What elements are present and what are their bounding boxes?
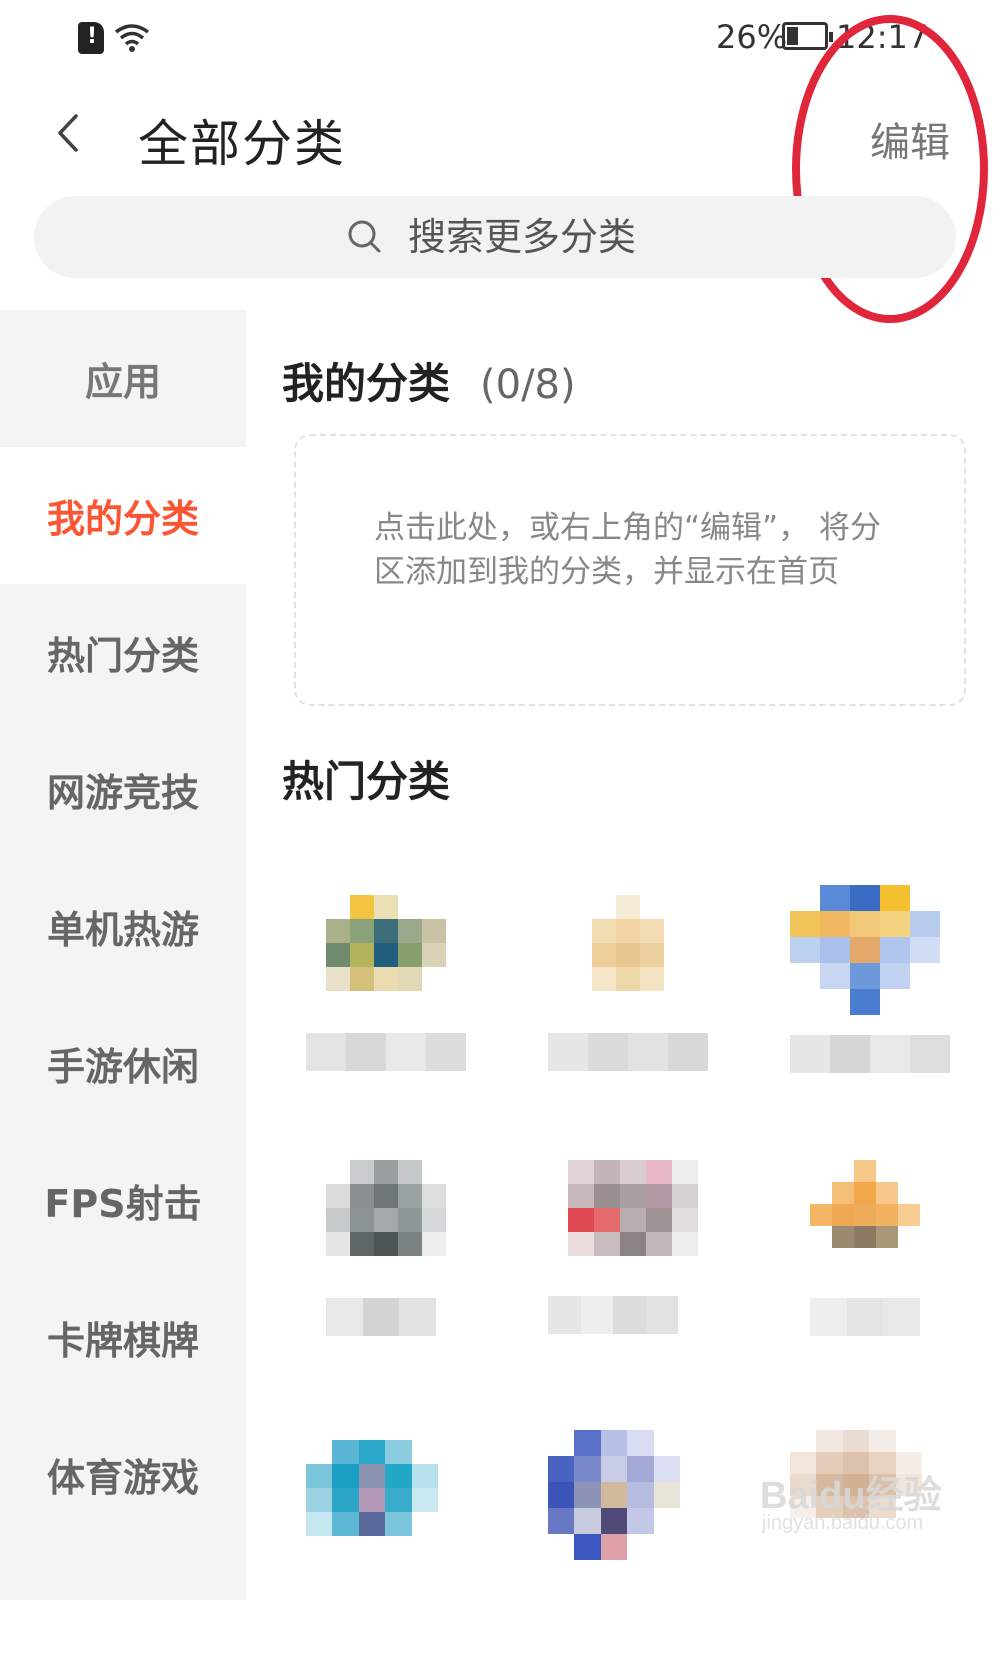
search-input[interactable] bbox=[406, 210, 910, 264]
clock: 12:17 bbox=[836, 18, 929, 56]
hot-category-item[interactable] bbox=[790, 885, 990, 1125]
hot-category-item[interactable] bbox=[548, 1160, 748, 1400]
hot-category-item[interactable] bbox=[548, 895, 748, 1135]
sidebar-item-label: 网游竞技 bbox=[46, 771, 199, 815]
category-icon bbox=[810, 1160, 920, 1270]
battery-percent: 26% bbox=[716, 18, 788, 56]
my-categories-heading: 我的分类 (0/8) bbox=[282, 350, 576, 411]
hot-category-item[interactable] bbox=[306, 895, 506, 1135]
hot-category-item[interactable] bbox=[548, 1430, 748, 1670]
my-categories-empty-placeholder[interactable]: 点击此处，或右上角的“编辑”， 将分区添加到我的分类，并显示在首页 bbox=[294, 434, 966, 706]
sidebar-item-label: 体育游戏 bbox=[46, 1456, 199, 1500]
my-categories-count: (0/8) bbox=[480, 362, 576, 408]
category-label bbox=[810, 1298, 921, 1336]
category-icon bbox=[568, 895, 688, 1015]
category-icon bbox=[790, 885, 940, 1015]
sidebar-item-sports[interactable]: 体育游戏 bbox=[0, 1406, 246, 1543]
sidebar-item-label: 单机热游 bbox=[46, 908, 199, 952]
hot-categories-title: 热门分类 bbox=[282, 757, 451, 806]
sidebar-item-my-categories[interactable]: 我的分类 bbox=[0, 447, 246, 584]
status-bar: 26% 12:17 bbox=[0, 0, 1006, 80]
edit-button[interactable]: 编辑 bbox=[870, 110, 950, 168]
battery-charging-icon bbox=[782, 22, 833, 50]
hot-category-item[interactable] bbox=[306, 1440, 506, 1680]
chevron-left-icon[interactable] bbox=[48, 110, 88, 156]
sidebar-item-card-board[interactable]: 卡牌棋牌 bbox=[0, 1269, 246, 1406]
sidebar-item-label: 我的分类 bbox=[46, 497, 199, 541]
hot-category-item[interactable] bbox=[810, 1160, 1006, 1400]
sidebar-item-apps[interactable]: 应用 bbox=[0, 310, 246, 447]
sidebar-item-mobile-casual[interactable]: 手游休闲 bbox=[0, 995, 246, 1132]
search-bar[interactable] bbox=[34, 196, 956, 278]
empty-hint-text: 点击此处，或右上角的“编辑”， 将分区添加到我的分类，并显示在首页 bbox=[374, 510, 881, 590]
sidebar-item-label: FPS射击 bbox=[44, 1182, 202, 1226]
sidebar-item-label: 手游休闲 bbox=[46, 1045, 199, 1089]
wifi-icon bbox=[114, 24, 150, 52]
page-title: 全部分类 bbox=[138, 115, 346, 173]
sidebar-item-label: 应用 bbox=[84, 360, 161, 404]
category-icon bbox=[568, 1160, 698, 1280]
sidebar-item-hot-categories[interactable]: 热门分类 bbox=[0, 584, 246, 721]
category-label bbox=[790, 1035, 950, 1073]
category-label bbox=[548, 1033, 708, 1071]
sidebar-item-single-player[interactable]: 单机热游 bbox=[0, 858, 246, 995]
category-label bbox=[306, 1033, 466, 1071]
sidebar-item-label: 热门分类 bbox=[46, 634, 199, 678]
category-icon bbox=[326, 1160, 446, 1280]
category-icon bbox=[306, 1440, 438, 1560]
sidebar-item-label: 卡牌棋牌 bbox=[46, 1319, 199, 1363]
watermark-logo: Baidu经验 bbox=[760, 1475, 942, 1517]
my-categories-title: 我的分类 bbox=[282, 359, 451, 408]
category-icon bbox=[548, 1430, 680, 1560]
hot-category-item[interactable] bbox=[306, 1160, 506, 1400]
sidebar-item-fps[interactable]: FPS射击 bbox=[0, 1132, 246, 1269]
category-label bbox=[548, 1296, 678, 1334]
watermark-url: jingyan.baidu.com bbox=[762, 1512, 924, 1534]
baidu-watermark: Baidu经验 jingyan.baidu.com bbox=[752, 1462, 942, 1552]
category-sidebar: 应用 我的分类 热门分类 网游竞技 单机热游 手游休闲 FPS射击 卡牌棋牌 体… bbox=[0, 310, 246, 1600]
sim-alert-icon bbox=[78, 22, 104, 54]
category-icon bbox=[326, 895, 446, 1015]
category-label bbox=[326, 1298, 437, 1336]
search-icon bbox=[348, 220, 381, 253]
sidebar-item-online-games[interactable]: 网游竞技 bbox=[0, 721, 246, 858]
